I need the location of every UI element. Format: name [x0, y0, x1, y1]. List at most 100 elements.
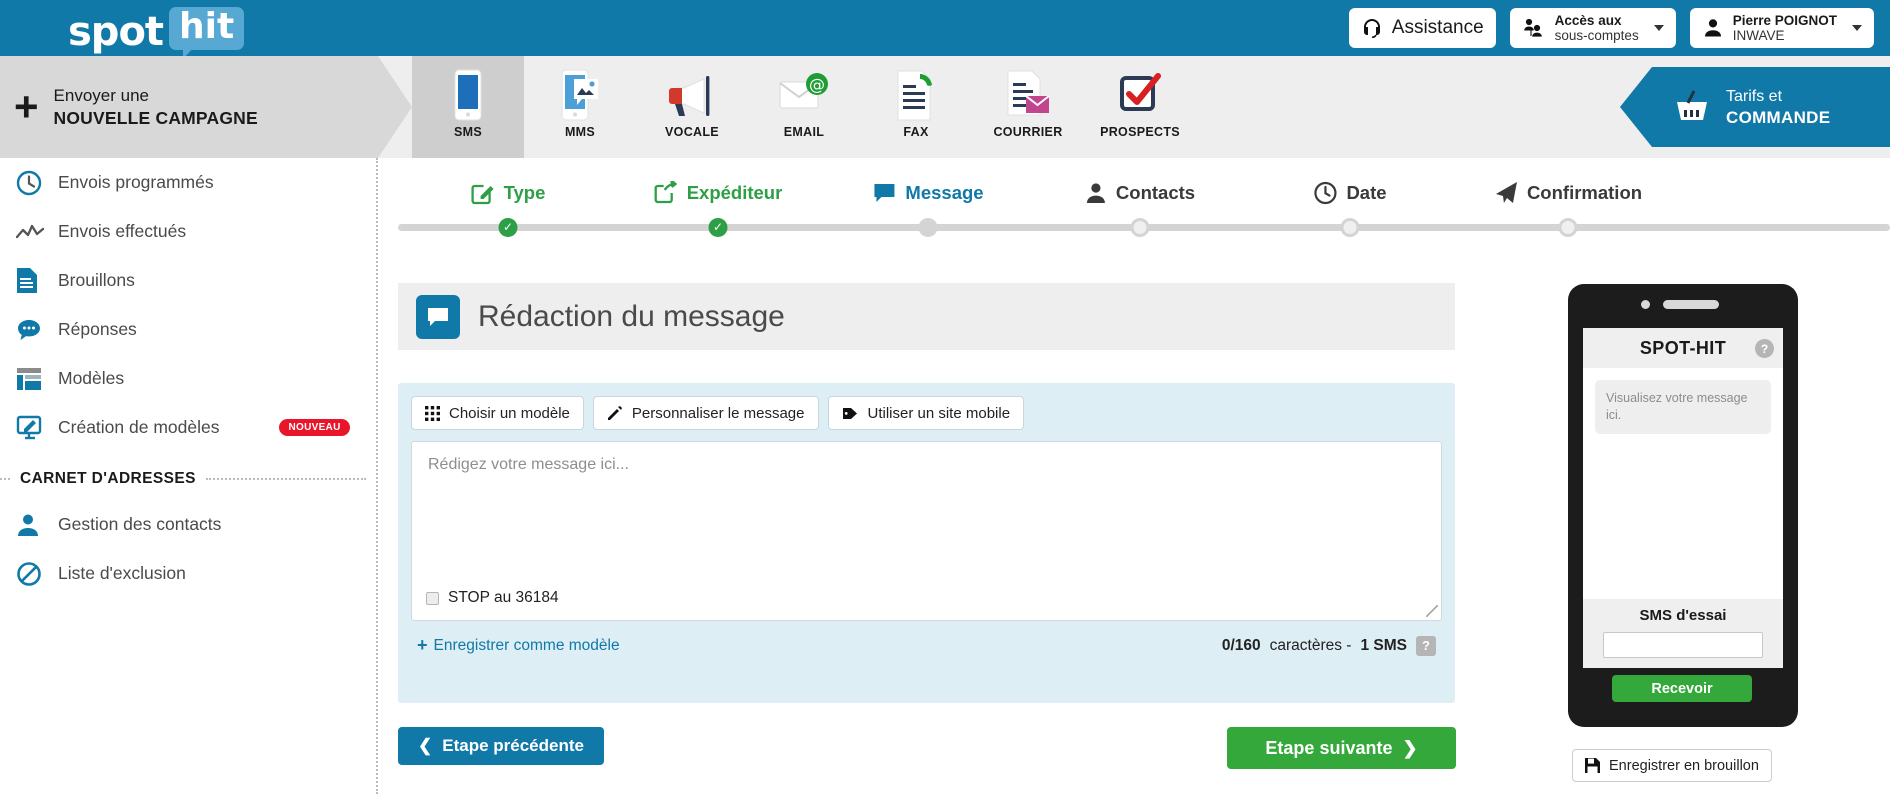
choose-template-button[interactable]: Choisir un modèle	[411, 396, 584, 430]
step-marker-date[interactable]	[1340, 218, 1360, 237]
step-type[interactable]: Type	[471, 178, 546, 208]
campaign-stepper: Type ✓ Expéditeur ✓ Message Contacts Dat…	[398, 178, 1890, 240]
tab-fax[interactable]: FAX	[860, 56, 972, 158]
previous-step-label: Etape précédente	[442, 736, 584, 755]
step-label: Confirmation	[1526, 182, 1643, 203]
stop-checkbox[interactable]	[426, 591, 439, 605]
step-date[interactable]: Date	[1313, 178, 1387, 208]
message-compose-box: Choisir un modèle Personnaliser le messa…	[398, 383, 1455, 703]
step-expediteur[interactable]: Expéditeur	[654, 178, 782, 208]
receive-test-button[interactable]: Recevoir	[1612, 675, 1752, 702]
help-icon[interactable]: ?	[1755, 339, 1774, 358]
speech-bubble-icon	[16, 317, 58, 343]
chevron-down-icon[interactable]	[1852, 25, 1862, 31]
sidebar-item-creation-de-modeles[interactable]: Création de modèles NOUVEAU	[0, 403, 376, 452]
step-marker-contacts[interactable]	[1130, 218, 1150, 237]
tab-email-label: EMAIL	[783, 125, 825, 139]
tab-sms[interactable]: SMS	[412, 56, 524, 158]
sidebar-item-gestion-des-contacts[interactable]: Gestion des contacts	[0, 500, 376, 549]
compose-footer: + Enregistrer comme modèle 0/160 caractè…	[411, 635, 1442, 656]
step-marker-message[interactable]	[918, 218, 938, 237]
sidebar-item-label: Modèles	[58, 368, 125, 388]
tab-sms-label: SMS	[454, 125, 482, 139]
top-header-bar: spot hit Assistance Accès aux sous-compt…	[0, 0, 1890, 59]
message-placeholder: Rédigez votre message ici...	[428, 456, 629, 473]
speech-bubble-icon	[874, 184, 895, 202]
subaccounts-button[interactable]: Accès aux sous-comptes	[1509, 8, 1676, 48]
tarifs-label-1: Tarifs et	[1726, 87, 1783, 105]
share-icon	[654, 181, 677, 204]
user-name: Pierre POIGNOT	[1732, 13, 1837, 28]
plus-icon: +	[417, 635, 428, 655]
sidebar-item-label: Brouillons	[58, 270, 135, 290]
logo-text-spot: spot	[68, 8, 164, 55]
new-campaign-button[interactable]: + Envoyer une NOUVELLE CAMPAGNE	[0, 56, 378, 158]
step-contacts[interactable]: Contacts	[1085, 178, 1195, 208]
sidebar-item-envois-programmes[interactable]: Envois programmés	[0, 158, 376, 207]
sidebar-head-arrow	[378, 56, 412, 158]
tab-mms[interactable]: MMS	[524, 56, 636, 158]
message-textarea[interactable]: Rédigez votre message ici... STOP au 361…	[411, 441, 1442, 621]
chevron-down-icon[interactable]	[1653, 25, 1664, 31]
tab-vocale[interactable]: VOCALE	[636, 56, 748, 158]
counter-unit: caractères -	[1269, 636, 1352, 654]
tab-courrier[interactable]: COURRIER	[972, 56, 1084, 158]
user-menu-button[interactable]: Pierre POIGNOT INWAVE	[1689, 8, 1874, 48]
assistance-label: Assistance	[1391, 17, 1484, 38]
save-as-template-button[interactable]: + Enregistrer comme modèle	[417, 635, 620, 656]
sidebar-item-modeles[interactable]: Modèles	[0, 354, 376, 403]
save-draft-button[interactable]: Enregistrer en brouillon	[1572, 749, 1772, 782]
test-sms-label: SMS d'essai	[1639, 607, 1727, 624]
tab-courrier-label: COURRIER	[993, 125, 1063, 139]
chevron-right-icon: ❯	[1402, 737, 1418, 758]
sidebar-item-label: Création de modèles	[58, 417, 220, 437]
sidebar-item-label: Envois effectués	[58, 221, 187, 241]
help-icon[interactable]: ?	[1416, 635, 1436, 656]
assistance-button[interactable]: Assistance	[1348, 8, 1496, 48]
step-confirmation[interactable]: Confirmation	[1494, 178, 1642, 208]
tab-prospects[interactable]: PROSPECTS	[1084, 56, 1196, 158]
phone-mms-icon	[560, 67, 600, 123]
ban-icon	[16, 561, 58, 587]
left-sidebar: Envois programmés Envois effectués Broui…	[0, 158, 378, 794]
previous-step-button[interactable]: ❮ Etape précédente	[398, 727, 604, 765]
new-campaign-label-2: NOUVELLE CAMPAGNE	[53, 108, 258, 128]
preview-sender-name: SPOT-HIT	[1639, 337, 1727, 358]
test-sms-input[interactable]	[1603, 632, 1763, 658]
step-marker-confirmation[interactable]	[1558, 218, 1578, 237]
step-label: Type	[503, 182, 546, 203]
spothit-logo[interactable]: spot hit	[68, 6, 245, 59]
paper-plane-icon	[1495, 182, 1517, 203]
test-sms-section: SMS d'essai	[1583, 599, 1783, 668]
step-marker-expediteur[interactable]: ✓	[708, 218, 728, 237]
new-campaign-label-1: Envoyer une	[53, 86, 149, 105]
edit-square-icon	[471, 184, 494, 205]
sidebar-item-reponses[interactable]: Réponses	[0, 305, 376, 354]
fax-icon	[894, 67, 938, 123]
panel-header: Rédaction du message	[398, 283, 1455, 350]
sidebar-item-label: Envois programmés	[58, 172, 214, 192]
channel-tabs: SMS MMS VOCALE @ EMAIL FAX COURRIER PROS…	[412, 56, 1196, 158]
personalize-message-button[interactable]: Personnaliser le message	[592, 396, 819, 430]
document-icon	[16, 267, 58, 294]
tarifs-commande-button[interactable]: Tarifs et COMMANDE	[1620, 67, 1890, 147]
sidebar-item-liste-dexclusion[interactable]: Liste d'exclusion	[0, 549, 376, 598]
phone-preview: SPOT-HIT ? Visualisez votre message ici.…	[1568, 284, 1798, 727]
sidebar-item-brouillons[interactable]: Brouillons	[0, 256, 376, 305]
phone-screen: SPOT-HIT ? Visualisez votre message ici.…	[1583, 328, 1783, 668]
sidebar-item-envois-effectues[interactable]: Envois effectués	[0, 207, 376, 256]
layout-icon	[16, 366, 58, 392]
tab-email[interactable]: @ EMAIL	[748, 56, 860, 158]
step-message[interactable]: Message	[872, 178, 984, 208]
logo-bubble: hit	[169, 6, 245, 59]
preview-message-bubble: Visualisez votre message ici.	[1595, 380, 1771, 434]
save-as-template-label: Enregistrer comme modèle	[433, 636, 620, 654]
next-step-button[interactable]: Etape suivante ❯	[1227, 727, 1456, 769]
subaccounts-label-1: Accès aux	[1554, 13, 1622, 28]
person-icon	[1704, 19, 1721, 37]
step-marker-type[interactable]: ✓	[498, 218, 518, 237]
plus-icon: +	[14, 83, 39, 130]
sidebar-item-label: Réponses	[58, 319, 137, 339]
person-icon	[1086, 183, 1105, 203]
use-mobile-site-button[interactable]: Utiliser un site mobile	[827, 396, 1025, 430]
